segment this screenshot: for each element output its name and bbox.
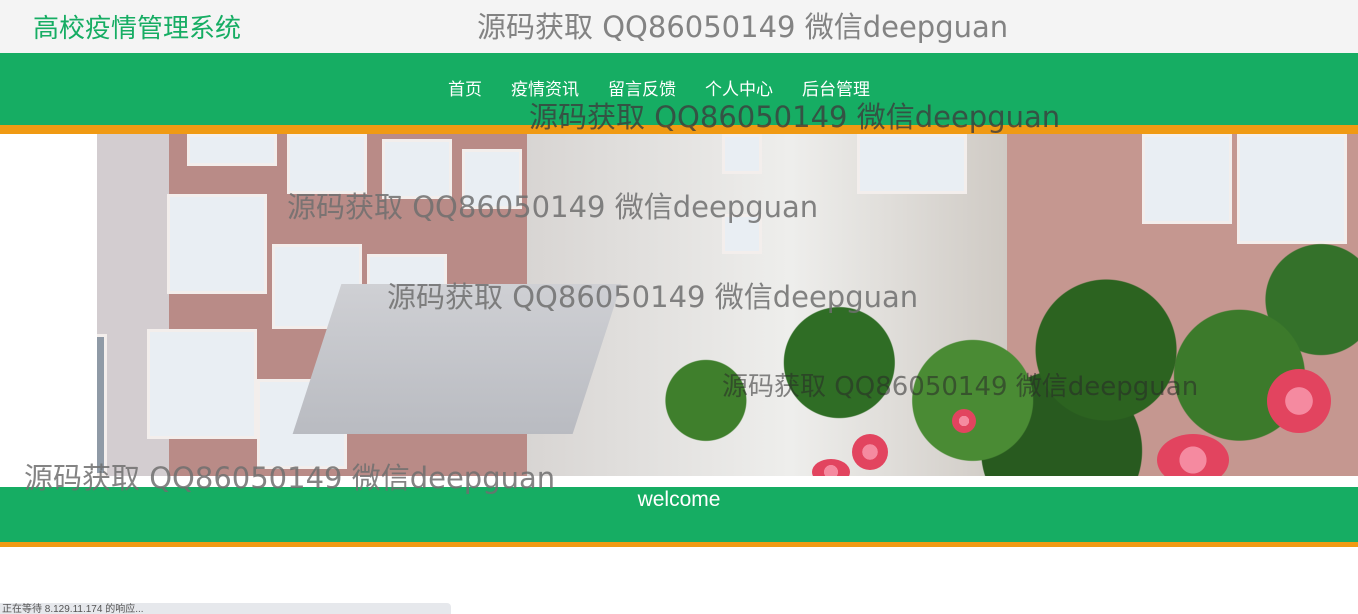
camellia-bush (617, 224, 1358, 476)
campus-photo (97, 134, 1358, 476)
window (722, 134, 762, 174)
entrance-canopy (292, 284, 622, 434)
site-title[interactable]: 高校疫情管理系统 (33, 8, 241, 45)
flower (1267, 369, 1331, 433)
window (1142, 134, 1232, 224)
window (187, 134, 277, 166)
window (857, 134, 967, 194)
nav-accent-stripe (0, 125, 1358, 134)
window (382, 139, 452, 199)
welcome-accent-stripe (0, 542, 1358, 547)
flower (852, 434, 888, 470)
page: 高校疫情管理系统 首页 疫情资讯 留言反馈 个人中心 后台管理 welcome … (0, 0, 1358, 614)
top-header: 高校疫情管理系统 (0, 0, 1358, 53)
window (147, 329, 257, 439)
window (462, 149, 522, 209)
nav-item-admin[interactable]: 后台管理 (802, 75, 870, 100)
nav-item-profile[interactable]: 个人中心 (705, 75, 773, 100)
nav-item-feedback[interactable]: 留言反馈 (608, 75, 676, 100)
browser-status-bar: 正在等待 8.129.11.174 的响应... (0, 603, 451, 614)
nav-item-home[interactable]: 首页 (448, 75, 482, 100)
nav-item-news[interactable]: 疫情资讯 (511, 75, 579, 100)
welcome-text: welcome (637, 488, 721, 511)
flower (952, 409, 976, 433)
banner-image (0, 134, 1358, 476)
window (287, 134, 367, 194)
nav-menu: 首页 疫情资讯 留言反馈 个人中心 后台管理 (448, 75, 899, 100)
window (97, 334, 107, 476)
window (167, 194, 267, 294)
